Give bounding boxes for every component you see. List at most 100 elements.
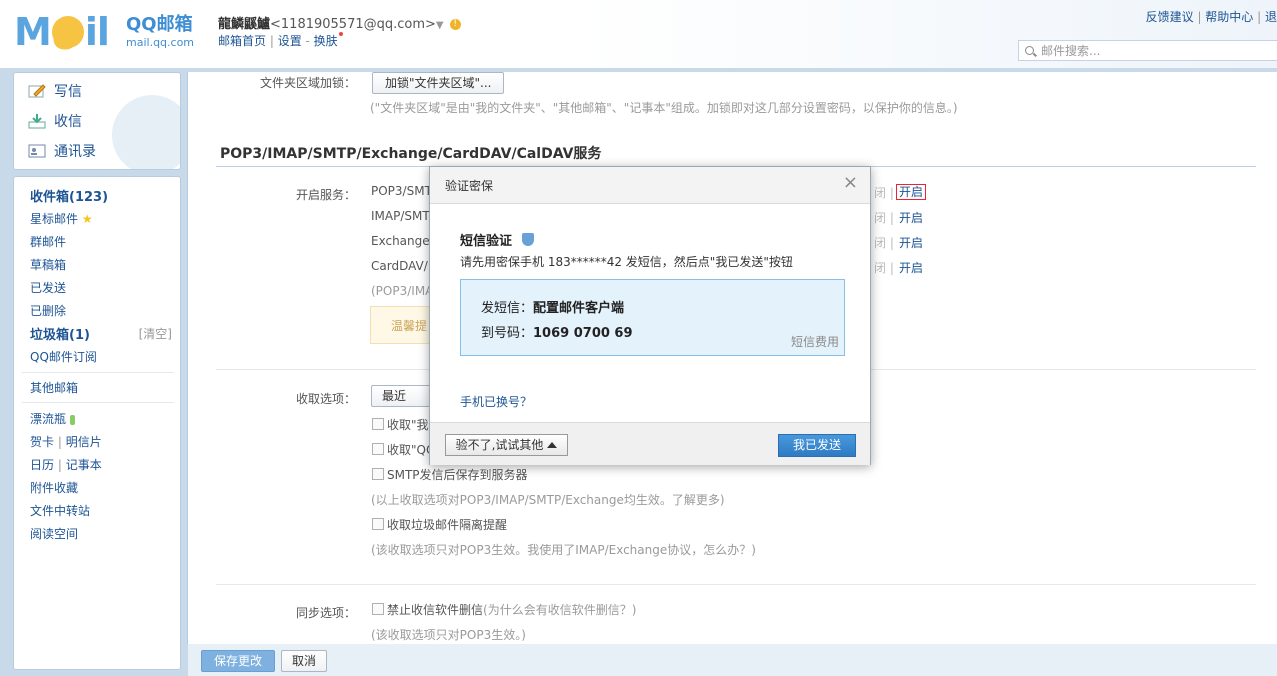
phone-changed-link[interactable]: 手机已换号？ [460,393,532,410]
sidebar-item-transfer[interactable]: 文件中转站 [30,502,90,519]
services-note: (POP3/IMA [371,284,434,298]
clear-spam-link[interactable]: [清空] [139,325,172,342]
service-pop3-enable-link[interactable]: 开启 [896,183,927,200]
state-text: 闭 [874,236,887,250]
qq-mail-logo[interactable]: Mo il [14,12,110,56]
service-imap-enable-link[interactable]: 开启 [899,209,923,226]
header: Mo il QQ邮箱 mail.qq.com 龍鱗鼷鱸<1181905571@qq… [0,0,1277,68]
sms-content-label: 发短信： [481,301,534,316]
inbox-download-icon [28,113,46,129]
cancel-button[interactable]: 取消 [281,650,327,672]
service-carddav-enable-link[interactable]: 开启 [899,259,923,276]
receive-opt1-checkbox[interactable] [372,418,384,430]
search-input[interactable]: 邮件搜索... [1018,40,1277,61]
why-delete-link[interactable]: (为什么会有收信软件删信？) [483,603,636,617]
sep-text: | [889,236,894,250]
sms-number-label: 到号码： [481,326,534,341]
help-center-link[interactable]: 帮助中心 [1205,10,1253,24]
star-icon: ★ [81,212,93,226]
sidebar-item-group[interactable]: 群邮件 [30,233,66,250]
security-warning-icon[interactable]: ! [449,19,461,30]
services-label: 开启服务： [295,188,356,202]
search-placeholder: 邮件搜索... [1041,44,1101,58]
user-email: <1181905571@qq.com> [270,17,436,32]
close-icon[interactable]: × [843,173,858,193]
sidebar-item-subscribe[interactable]: QQ邮件订阅 [30,348,97,365]
starred-label: 星标邮件 [30,212,79,226]
mailbox-home-link[interactable]: 邮箱首页 [218,34,266,48]
feedback-link[interactable]: 反馈建议 [1146,10,1194,24]
compose-button[interactable]: 写信 [28,80,82,104]
verify-dialog: 验证密保 × 短信验证 请先用密保手机 183******42 发短信，然后点"… [429,166,871,465]
sync-options-label: 同步选项： [295,606,356,620]
spam-isolation-checkbox[interactable] [372,518,384,530]
sms-verify-heading: 短信验证 [460,230,535,249]
caret-up-icon [547,441,558,448]
service-carddav-name: CardDAV/ [371,259,428,273]
prevent-delete-checkbox[interactable] [372,603,384,615]
new-dot-icon [338,32,343,36]
logout-link[interactable]: 退 [1265,10,1277,24]
sidebar-folders: 收件箱(123) 星标邮件 ★ 群邮件 草稿箱 已发送 已删除 垃圾箱(1) [… [13,176,181,670]
contacts-label: 通讯录 [54,144,96,160]
state-text: 闭 [874,261,887,275]
sidebar-item-reading[interactable]: 阅读空间 [30,525,78,542]
try-other-label: 验不了,试试其他 [455,438,544,452]
skin-link[interactable]: 换肤 [314,34,338,48]
sidebar-item-attachments[interactable]: 附件收藏 [30,479,78,496]
action-bar: 保存更改 取消 [188,644,1277,676]
dialog-title: 验证密保 [445,179,494,193]
sidebar-item-postcard[interactable]: 明信片 [66,435,102,449]
sidebar-item-notes[interactable]: 记事本 [66,458,102,472]
receive-range-select[interactable]: 最近30天 [371,385,431,407]
qq-penguin-watermark [112,95,180,169]
divider-text: | [57,435,62,449]
folder-lock-note: ("文件夹区域"是由"我的文件夹"、"其他邮箱"、"记事本"组成。加锁即对这几部… [370,101,958,115]
receive-button[interactable]: 收信 [28,110,82,134]
sidebar-item-spam[interactable]: 垃圾箱(1) [30,324,90,343]
service-exchange-name: Exchange [371,234,430,248]
sidebar-item-sent[interactable]: 已发送 [30,279,66,296]
receive-label: 收信 [54,114,82,130]
top-right-links: 反馈建议 | 帮助中心 | 退 [1145,10,1277,24]
prevent-delete-text: 禁止收信软件删信 [387,603,484,617]
sms-content-value: 配置邮件客户端 [533,301,625,316]
dialog-footer: 验不了,试试其他 我已发送 [430,422,870,465]
service-exchange-enable-link[interactable]: 开启 [899,234,923,251]
account-dropdown-icon[interactable]: ▼ [436,20,444,31]
save-changes-button[interactable]: 保存更改 [201,650,275,672]
try-other-button[interactable]: 验不了,试试其他 [445,434,568,456]
state-text: 闭 [874,211,887,225]
service-exchange-state: 闭 | [874,234,894,251]
spam-isolation-label: 收取垃圾邮件隔离提醒 [387,518,508,532]
pencil-icon [28,83,46,99]
sidebar-item-starred[interactable]: 星标邮件 ★ [30,210,93,227]
sms-fee-link[interactable]: 短信费用 [791,333,839,350]
folder-lock-button[interactable]: 加锁"文件夹区域"... [372,72,505,94]
sidebar-actions: 写信 收信 通讯录 [13,72,181,170]
search-icon [1025,46,1034,55]
section-title: POP3/IMAP/SMTP/Exchange/CardDAV/CalDAV服务 [220,146,602,162]
sidebar-item-deleted[interactable]: 已删除 [30,302,66,319]
user-nickname: 龍鱗鼷鱸 [218,17,271,32]
pop3-only-note: (该收取选项只对POP3生效。我使用了IMAP/Exchange协议，怎么办？) [371,543,756,557]
sidebar-item-drafts[interactable]: 草稿箱 [30,256,66,273]
divider-text: | [57,458,62,472]
divider [216,584,1256,585]
settings-link[interactable]: 设置 [278,34,302,48]
sent-confirm-button[interactable]: 我已发送 [778,434,856,457]
logo-app-name: QQ邮箱 [126,14,193,35]
sidebar-item-card-row: 贺卡 | 明信片 [30,433,102,450]
sidebar-item-calendar[interactable]: 日历 [30,458,54,472]
receive-opt2-checkbox[interactable] [372,443,384,455]
sidebar-item-inbox[interactable]: 收件箱(123) [30,186,108,205]
sidebar-item-bottle[interactable]: 漂流瓶 [30,410,75,427]
prevent-delete-label: 禁止收信软件删信(为什么会有收信软件删信？) [387,601,636,618]
smtp-save-checkbox[interactable] [372,468,384,480]
contacts-button[interactable]: 通讯录 [28,140,96,164]
sidebar-item-card[interactable]: 贺卡 [30,435,54,449]
service-imap-state: 闭 | [874,209,894,226]
state-text: 闭 [874,186,887,200]
sidebar-item-other-mailbox[interactable]: 其他邮箱 [30,379,78,396]
sms-content-row: 发短信：配置邮件客户端 [481,297,624,316]
